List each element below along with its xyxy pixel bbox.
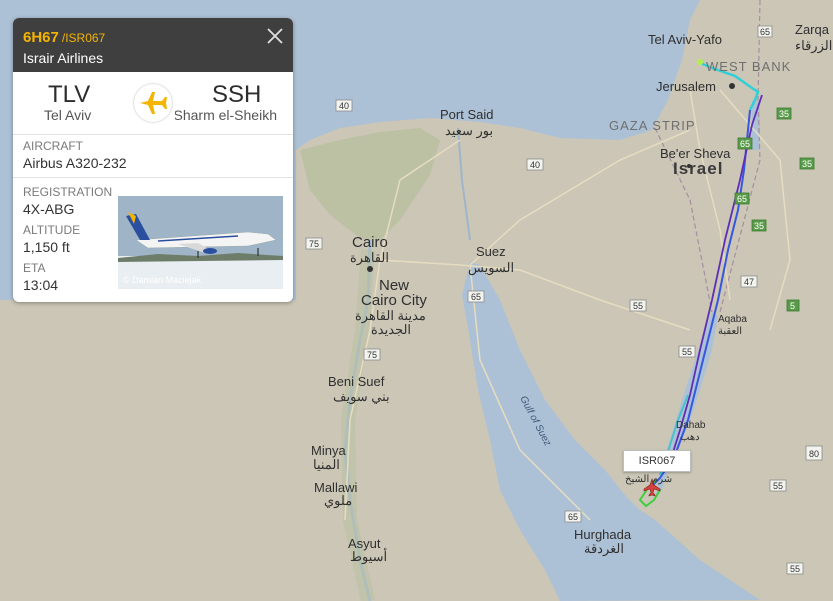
road-shield: 35 xyxy=(779,109,789,119)
label-israel: Israel xyxy=(673,159,723,178)
label-zarqa-ar: الزرقاء xyxy=(795,38,832,54)
label-port-said-ar: بور سعيد xyxy=(445,123,493,139)
label-aqaba-ar: العقبة xyxy=(718,326,742,337)
road-shield: 5 xyxy=(790,301,795,311)
label-asyut-ar: أسيوط xyxy=(350,548,387,565)
altitude-value: 1,150 ft xyxy=(23,239,70,255)
label-hurghada: Hurghada xyxy=(574,527,632,542)
registration-label: REGISTRATION xyxy=(23,185,113,199)
eta-value: 13:04 xyxy=(23,277,59,293)
label-cairo: Cairo xyxy=(352,234,388,251)
aircraft-label: AIRCRAFT xyxy=(23,139,83,153)
road-shield: 65 xyxy=(568,512,578,522)
road-shield: 75 xyxy=(367,350,377,360)
road-shield: 65 xyxy=(740,139,750,149)
road-shield: 55 xyxy=(633,301,643,311)
label-dahab: Dahab xyxy=(676,420,706,431)
flight-number-text: 6H67 xyxy=(23,29,59,46)
flight-callsign-tag[interactable]: ISR067 xyxy=(623,450,691,472)
label-zarqa: Zarqa xyxy=(795,22,830,37)
label-port-said: Port Said xyxy=(440,107,493,122)
label-dahab-ar: دهب xyxy=(680,432,700,443)
road-shield: 65 xyxy=(760,27,770,37)
flight-callsign: /ISR067 xyxy=(61,31,106,45)
road-shield: 65 xyxy=(737,194,747,204)
label-aqaba: Aqaba xyxy=(718,314,747,325)
aircraft-photo[interactable]: © Damian Maciejak xyxy=(118,196,283,289)
label-gaza-strip: GAZA STRIP xyxy=(609,118,696,133)
label-mallawi-ar: ملوي xyxy=(324,493,352,509)
altitude-label: ALTITUDE xyxy=(23,223,81,237)
road-shield: 35 xyxy=(754,221,764,231)
airline-name: Israir Airlines xyxy=(23,50,104,66)
road-shield: 55 xyxy=(790,564,800,574)
airplane-icon xyxy=(134,84,172,122)
road-shield: 40 xyxy=(339,101,349,111)
origin-point xyxy=(697,59,703,65)
label-suez-ar: السويس xyxy=(468,260,514,276)
destination-code: SSH xyxy=(212,81,262,108)
road-shield: 55 xyxy=(682,347,692,357)
label-cairo-ar: القاهرة xyxy=(350,250,389,266)
label-jerusalem: Jerusalem xyxy=(656,79,716,94)
road-shield: 75 xyxy=(309,239,319,249)
road-shield: 47 xyxy=(744,277,754,287)
photo-credit: © Damian Maciejak xyxy=(123,275,202,285)
road-shield: 80 xyxy=(809,449,819,459)
road-shield: 40 xyxy=(530,160,540,170)
eta-label: ETA xyxy=(23,261,46,275)
aircraft-section: AIRCRAFT Airbus A320-232 xyxy=(13,135,293,178)
origin-code: TLV xyxy=(48,81,91,108)
road-shield: 65 xyxy=(471,292,481,302)
origin-city: Tel Aviv xyxy=(44,107,92,123)
route-section: TLV Tel Aviv SSH Sharm el-Sheikh xyxy=(13,72,293,135)
road-shield: 55 xyxy=(773,481,783,491)
label-west-bank: WEST BANK xyxy=(706,59,791,74)
label-beni-suef: Beni Suef xyxy=(328,374,385,389)
registration-value: 4X-ABG xyxy=(23,201,75,217)
label-hurghada-ar: الغردقة xyxy=(584,541,624,557)
label-new-cairo-ar2: الجديدة xyxy=(371,322,411,337)
destination-city: Sharm el-Sheikh xyxy=(175,107,277,123)
flight-number: 6H67/ISR067 xyxy=(23,29,105,46)
flight-info-panel: 6H67/ISR067 Israir Airlines TLV Tel Aviv… xyxy=(13,18,293,302)
label-new-cairo-2: Cairo City xyxy=(361,292,427,309)
label-minya-ar: المنيا xyxy=(313,457,340,472)
label-minya: Minya xyxy=(311,443,346,458)
road-shield: 35 xyxy=(802,159,812,169)
label-beni-suef-ar: بني سويف xyxy=(333,389,390,405)
close-icon[interactable] xyxy=(265,26,285,46)
panel-header: 6H67/ISR067 Israir Airlines xyxy=(13,18,293,72)
label-sharm-ar: شرم الشيخ xyxy=(625,474,672,485)
label-tel-aviv: Tel Aviv-Yafo xyxy=(648,32,722,47)
aircraft-value: Airbus A320-232 xyxy=(23,155,127,171)
label-suez: Suez xyxy=(476,244,506,259)
